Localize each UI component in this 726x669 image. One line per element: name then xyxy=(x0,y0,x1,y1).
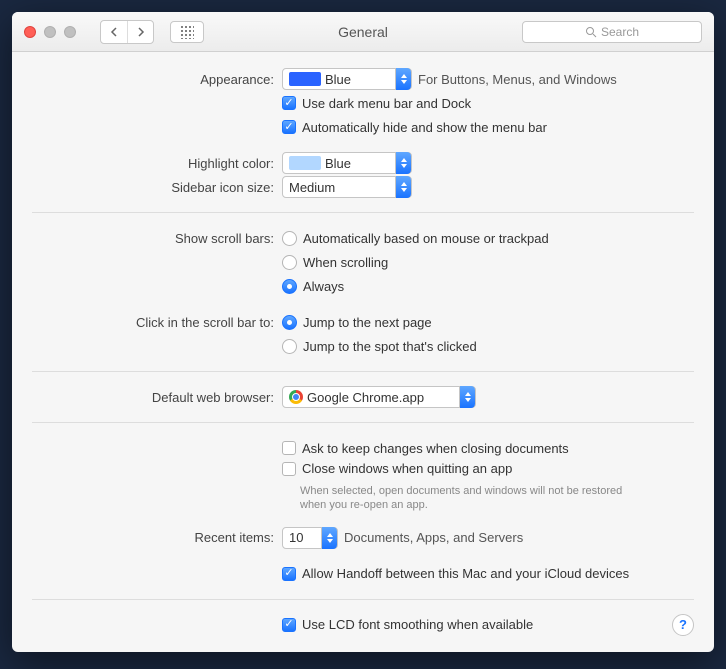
recent-value: 10 xyxy=(289,530,303,545)
search-icon xyxy=(585,26,597,38)
grid-icon xyxy=(180,25,194,39)
dark-menu-label: Use dark menu bar and Dock xyxy=(302,96,471,111)
divider xyxy=(32,422,694,423)
click-jump-next-radio[interactable] xyxy=(282,315,297,330)
chrome-icon xyxy=(289,390,303,404)
click-scroll-label: Click in the scroll bar to: xyxy=(32,315,282,330)
divider xyxy=(32,371,694,372)
stepper-icon xyxy=(395,68,411,90)
nav-buttons xyxy=(100,20,154,44)
scrollbars-label: Show scroll bars: xyxy=(32,231,282,246)
appearance-hint: For Buttons, Menus, and Windows xyxy=(418,72,617,87)
handoff-label: Allow Handoff between this Mac and your … xyxy=(302,566,629,581)
highlight-value: Blue xyxy=(325,156,351,171)
search-input[interactable]: Search xyxy=(522,21,702,43)
titlebar: General Search xyxy=(12,12,714,52)
scrollbars-scroll-label: When scrolling xyxy=(303,255,388,270)
scrollbars-scroll-radio[interactable] xyxy=(282,255,297,270)
back-button[interactable] xyxy=(101,21,127,43)
help-button[interactable]: ? xyxy=(672,614,694,636)
search-placeholder: Search xyxy=(601,25,639,39)
stepper-icon xyxy=(395,152,411,174)
click-jump-next-label: Jump to the next page xyxy=(303,315,432,330)
maximize-icon[interactable] xyxy=(64,26,76,38)
stepper-icon xyxy=(395,176,411,198)
appearance-label: Appearance: xyxy=(32,72,282,87)
dark-menu-checkbox[interactable] xyxy=(282,96,296,110)
click-jump-spot-radio[interactable] xyxy=(282,339,297,354)
close-windows-checkbox[interactable] xyxy=(282,462,296,476)
auto-hide-menu-checkbox[interactable] xyxy=(282,120,296,134)
preferences-window: General Search Appearance: Blue For Butt… xyxy=(12,12,714,652)
browser-label: Default web browser: xyxy=(32,390,282,405)
lcd-smoothing-checkbox[interactable] xyxy=(282,618,296,632)
ask-changes-checkbox[interactable] xyxy=(282,441,296,455)
handoff-checkbox[interactable] xyxy=(282,567,296,581)
ask-changes-label: Ask to keep changes when closing documen… xyxy=(302,441,569,456)
sidebar-size-label: Sidebar icon size: xyxy=(32,180,282,195)
minimize-icon[interactable] xyxy=(44,26,56,38)
traffic-lights xyxy=(24,26,76,38)
stepper-icon xyxy=(459,386,475,408)
sidebar-size-select[interactable]: Medium xyxy=(282,176,412,198)
close-windows-label: Close windows when quitting an app xyxy=(302,461,512,476)
scrollbars-always-label: Always xyxy=(303,279,344,294)
scrollbars-always-radio[interactable] xyxy=(282,279,297,294)
chevron-left-icon xyxy=(110,27,118,37)
content: Appearance: Blue For Buttons, Menus, and… xyxy=(12,52,714,652)
recent-label: Recent items: xyxy=(32,530,282,545)
appearance-select[interactable]: Blue xyxy=(282,68,412,90)
browser-select[interactable]: Google Chrome.app xyxy=(282,386,476,408)
forward-button[interactable] xyxy=(127,21,153,43)
highlight-select[interactable]: Blue xyxy=(282,152,412,174)
auto-hide-menu-label: Automatically hide and show the menu bar xyxy=(302,120,547,135)
divider xyxy=(32,212,694,213)
close-icon[interactable] xyxy=(24,26,36,38)
scrollbars-auto-radio[interactable] xyxy=(282,231,297,246)
color-swatch-icon xyxy=(289,156,321,170)
close-windows-hint: When selected, open documents and window… xyxy=(300,484,640,513)
show-all-button[interactable] xyxy=(170,21,204,43)
recent-hint: Documents, Apps, and Servers xyxy=(344,530,523,545)
highlight-label: Highlight color: xyxy=(32,156,282,171)
lcd-smoothing-label: Use LCD font smoothing when available xyxy=(302,617,533,632)
scrollbars-auto-label: Automatically based on mouse or trackpad xyxy=(303,231,549,246)
stepper-icon xyxy=(321,527,337,549)
recent-select[interactable]: 10 xyxy=(282,527,338,549)
color-swatch-icon xyxy=(289,72,321,86)
sidebar-size-value: Medium xyxy=(289,180,335,195)
divider xyxy=(32,599,694,600)
browser-value: Google Chrome.app xyxy=(307,390,424,405)
click-jump-spot-label: Jump to the spot that's clicked xyxy=(303,339,477,354)
appearance-value: Blue xyxy=(325,72,351,87)
chevron-right-icon xyxy=(137,27,145,37)
